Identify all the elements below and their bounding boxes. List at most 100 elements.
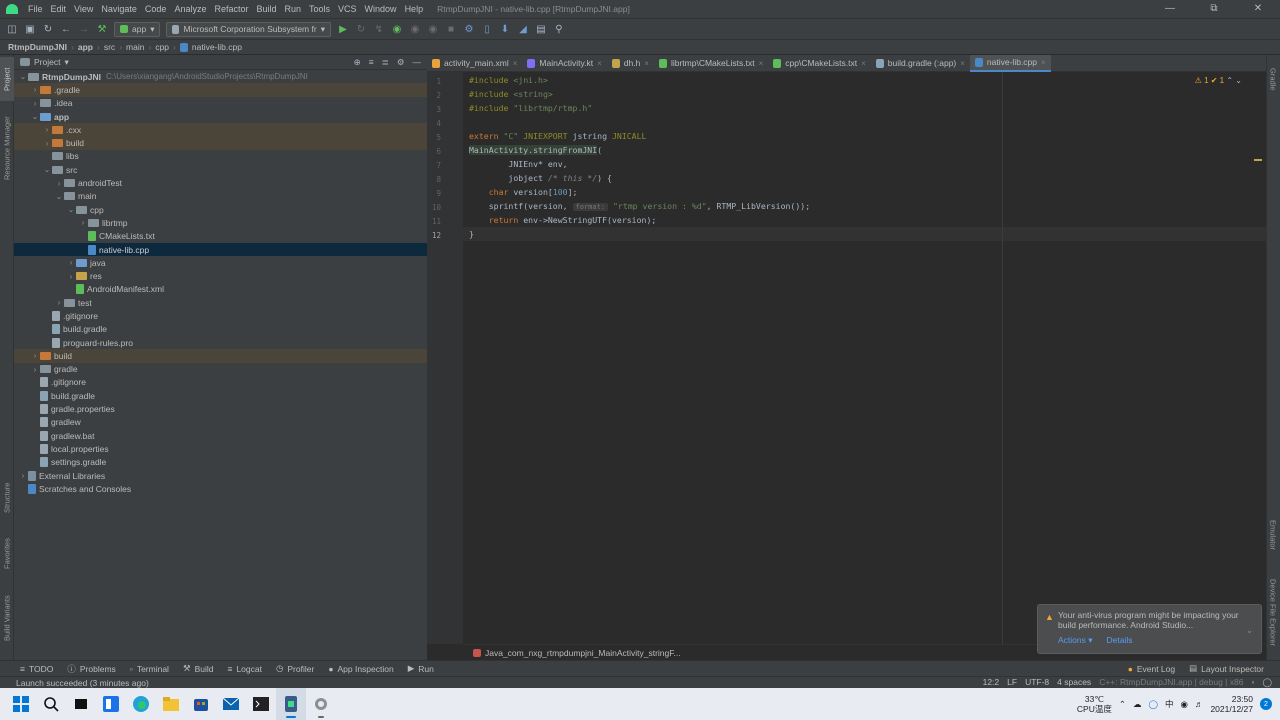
tab-emulator[interactable]: Emulator bbox=[1266, 510, 1280, 560]
lock-icon[interactable]: ▫ bbox=[1251, 677, 1254, 688]
settings-gear-icon[interactable]: ⚙ bbox=[397, 57, 405, 68]
minimize-icon[interactable]: — bbox=[1148, 0, 1192, 18]
apply-changes-icon[interactable]: ↯ bbox=[373, 23, 385, 35]
tree-item[interactable]: local.properties bbox=[14, 442, 427, 455]
device-select[interactable]: Microsoft Corporation Subsystem fr ▾ bbox=[166, 21, 331, 37]
menu-window[interactable]: Window bbox=[361, 4, 401, 14]
menu-file[interactable]: File bbox=[24, 4, 47, 14]
breadcrumb-file[interactable]: native-lib.cpp bbox=[192, 42, 242, 52]
menu-vcs[interactable]: VCS bbox=[334, 4, 361, 14]
collapse-all-icon[interactable]: ≣ bbox=[382, 57, 389, 68]
tree-item[interactable]: settings.gradle bbox=[14, 456, 427, 469]
profile-icon[interactable]: ◉ bbox=[409, 23, 421, 35]
wifi-icon[interactable]: ◉ bbox=[1181, 699, 1188, 710]
tree-item[interactable]: .gitignore bbox=[14, 309, 427, 322]
tree-item[interactable]: › test bbox=[14, 296, 427, 309]
inspection-widget[interactable]: ⚠ 1 ✔ 1 ⌃ ⌄ bbox=[1195, 76, 1242, 85]
menu-tools[interactable]: Tools bbox=[305, 4, 334, 14]
tree-item[interactable]: ⌄ src bbox=[14, 163, 427, 176]
menu-navigate[interactable]: Navigate bbox=[97, 4, 141, 14]
terminal-app-icon[interactable] bbox=[246, 688, 276, 720]
close-tab-icon[interactable]: × bbox=[759, 59, 764, 68]
sdk-manager-icon[interactable]: ⬇ bbox=[499, 23, 511, 35]
chevron-right-icon[interactable]: › bbox=[54, 298, 64, 307]
tab-resource-manager[interactable]: Resource Manager bbox=[0, 107, 14, 189]
tree-item[interactable]: › androidTest bbox=[14, 176, 427, 189]
editor-tab[interactable]: librtmp\CMakeLists.txt × bbox=[654, 55, 768, 72]
caret-position[interactable]: 12:2 bbox=[983, 677, 1000, 688]
tree-item[interactable]: › External Libraries bbox=[14, 469, 427, 482]
notification-details-link[interactable]: Details bbox=[1107, 635, 1133, 646]
restore-icon[interactable]: ⧉ bbox=[1192, 0, 1236, 18]
chevron-right-icon[interactable]: › bbox=[42, 139, 52, 148]
cpu-temp-widget[interactable]: 33℃ CPU温度 bbox=[1077, 694, 1112, 714]
error-stripe-marker[interactable] bbox=[1254, 159, 1262, 161]
tree-item[interactable]: ⌄ RtmpDumpJNI C:\Users\xiangang\AndroidStu… bbox=[14, 70, 427, 83]
editor-tab[interactable]: dh.h × bbox=[607, 55, 654, 72]
indent-setting[interactable]: 4 spaces bbox=[1057, 677, 1091, 688]
chevron-down-icon[interactable]: ▾ bbox=[64, 57, 68, 68]
tool-problems[interactable]: ⓘ Problems bbox=[67, 663, 115, 675]
tool-logcat[interactable]: ≡ Logcat bbox=[227, 664, 262, 674]
breadcrumb-app[interactable]: app bbox=[78, 42, 93, 52]
make-project-icon[interactable]: ⚒ bbox=[96, 23, 108, 35]
chevron-right-icon[interactable]: › bbox=[30, 85, 40, 94]
search-icon[interactable]: ⚲ bbox=[553, 23, 565, 35]
widgets-icon[interactable] bbox=[96, 688, 126, 720]
tab-build-variants[interactable]: Build Variants bbox=[0, 588, 14, 648]
tab-device-file-explorer[interactable]: Device File Explorer bbox=[1266, 570, 1280, 655]
menu-help[interactable]: Help bbox=[401, 4, 428, 14]
menu-view[interactable]: View bbox=[70, 4, 97, 14]
windows-start-icon[interactable] bbox=[6, 688, 36, 720]
memory-icon[interactable]: ◯ bbox=[1262, 677, 1272, 688]
file-explorer-icon[interactable] bbox=[156, 688, 186, 720]
tree-item[interactable]: gradle.properties bbox=[14, 402, 427, 415]
tree-item[interactable]: Scratches and Consoles bbox=[14, 482, 427, 495]
close-tab-icon[interactable]: × bbox=[861, 59, 866, 68]
tree-item[interactable]: libs bbox=[14, 150, 427, 163]
tree-item[interactable]: › java bbox=[14, 256, 427, 269]
menu-analyze[interactable]: Analyze bbox=[170, 4, 210, 14]
menu-run[interactable]: Run bbox=[281, 4, 306, 14]
forward-arrow-icon[interactable]: → bbox=[78, 23, 90, 35]
chevron-right-icon[interactable]: › bbox=[18, 471, 28, 480]
android-studio-taskbar-icon[interactable] bbox=[276, 688, 306, 720]
editor-tab[interactable]: MainActivity.kt × bbox=[522, 55, 606, 72]
breadcrumb-main[interactable]: main bbox=[126, 42, 144, 52]
clock[interactable]: 23:50 2021/12/27 bbox=[1210, 694, 1253, 714]
notification-badge[interactable]: 2 bbox=[1260, 698, 1272, 710]
cloud-icon[interactable]: ☁ bbox=[1133, 699, 1142, 710]
rerun-icon[interactable]: ↻ bbox=[355, 23, 367, 35]
breadcrumb-cpp[interactable]: cpp bbox=[155, 42, 169, 52]
tool-layout-inspector[interactable]: ▤ Layout Inspector bbox=[1189, 663, 1264, 674]
menu-code[interactable]: Code bbox=[141, 4, 171, 14]
tree-item[interactable]: proguard-rules.pro bbox=[14, 336, 427, 349]
tree-item[interactable]: › .gradle bbox=[14, 83, 427, 97]
tree-item[interactable]: › build bbox=[14, 136, 427, 150]
tree-item[interactable]: CMakeLists.txt bbox=[14, 230, 427, 243]
expand-all-icon[interactable]: ≡ bbox=[369, 57, 374, 68]
close-tab-icon[interactable]: × bbox=[597, 59, 602, 68]
tree-item[interactable]: build.gradle bbox=[14, 389, 427, 402]
close-tab-icon[interactable]: × bbox=[644, 59, 649, 68]
tray-chevron-up-icon[interactable]: ⌃ bbox=[1119, 699, 1126, 710]
tree-item[interactable]: .gitignore bbox=[14, 376, 427, 389]
chevron-down-icon[interactable]: ⌄ bbox=[1246, 625, 1253, 636]
editor-tab[interactable]: build.gradle (:app) × bbox=[871, 55, 970, 72]
code-editor[interactable]: ⚠ 1 ✔ 1 ⌃ ⌄ #include <jni.h> #include <st… bbox=[463, 72, 1266, 644]
file-encoding[interactable]: UTF-8 bbox=[1025, 677, 1049, 688]
close-icon[interactable]: ✕ bbox=[1236, 0, 1280, 18]
ime-indicator[interactable]: 中 bbox=[1165, 698, 1174, 710]
store-icon[interactable] bbox=[186, 688, 216, 720]
tab-gradle[interactable]: Gradle bbox=[1266, 59, 1280, 99]
search-icon[interactable] bbox=[36, 688, 66, 720]
close-tab-icon[interactable]: × bbox=[960, 59, 965, 68]
project-structure-icon[interactable]: ▤ bbox=[535, 23, 547, 35]
chevron-right-icon[interactable]: › bbox=[54, 179, 64, 188]
settings-app-icon[interactable] bbox=[306, 688, 336, 720]
tool-terminal[interactable]: ▫ Terminal bbox=[130, 664, 169, 674]
task-view-icon[interactable] bbox=[66, 688, 96, 720]
editor-tab[interactable]: activity_main.xml × bbox=[427, 55, 522, 72]
chevron-down-icon[interactable]: ⌄ bbox=[42, 165, 52, 174]
chevron-right-icon[interactable]: › bbox=[66, 272, 76, 281]
